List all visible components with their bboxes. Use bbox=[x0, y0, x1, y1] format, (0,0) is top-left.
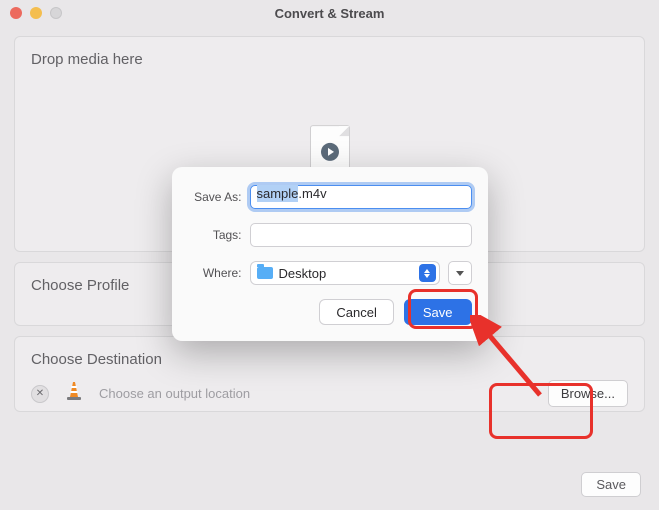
save-sheet: Save As: sample.m4v Tags: Where: Desktop… bbox=[172, 167, 488, 341]
vlc-cone-icon bbox=[63, 380, 85, 407]
cancel-button[interactable]: Cancel bbox=[319, 299, 393, 325]
title-bar: Convert & Stream bbox=[0, 0, 659, 26]
where-label: Where: bbox=[188, 266, 250, 280]
choose-destination-panel: Choose Destination ✕ Choose an output lo… bbox=[14, 336, 645, 412]
tags-input[interactable] bbox=[250, 223, 472, 247]
browse-button[interactable]: Browse... bbox=[548, 380, 628, 407]
footer-save-button[interactable]: Save bbox=[581, 472, 641, 497]
drop-title: Drop media here bbox=[31, 51, 628, 68]
save-as-label: Save As: bbox=[188, 190, 250, 204]
save-button[interactable]: Save bbox=[404, 299, 472, 325]
tags-label: Tags: bbox=[188, 228, 250, 242]
where-value: Desktop bbox=[279, 266, 327, 281]
destination-placeholder: Choose an output location bbox=[99, 386, 534, 401]
destination-title: Choose Destination bbox=[31, 351, 628, 368]
expand-where-button[interactable] bbox=[448, 261, 472, 285]
save-as-input[interactable]: sample.m4v bbox=[250, 185, 472, 209]
folder-icon bbox=[257, 267, 273, 279]
window-title: Convert & Stream bbox=[0, 6, 659, 21]
select-stepper-icon bbox=[419, 264, 436, 282]
where-select[interactable]: Desktop bbox=[250, 261, 440, 285]
clear-destination-button[interactable]: ✕ bbox=[31, 385, 49, 403]
